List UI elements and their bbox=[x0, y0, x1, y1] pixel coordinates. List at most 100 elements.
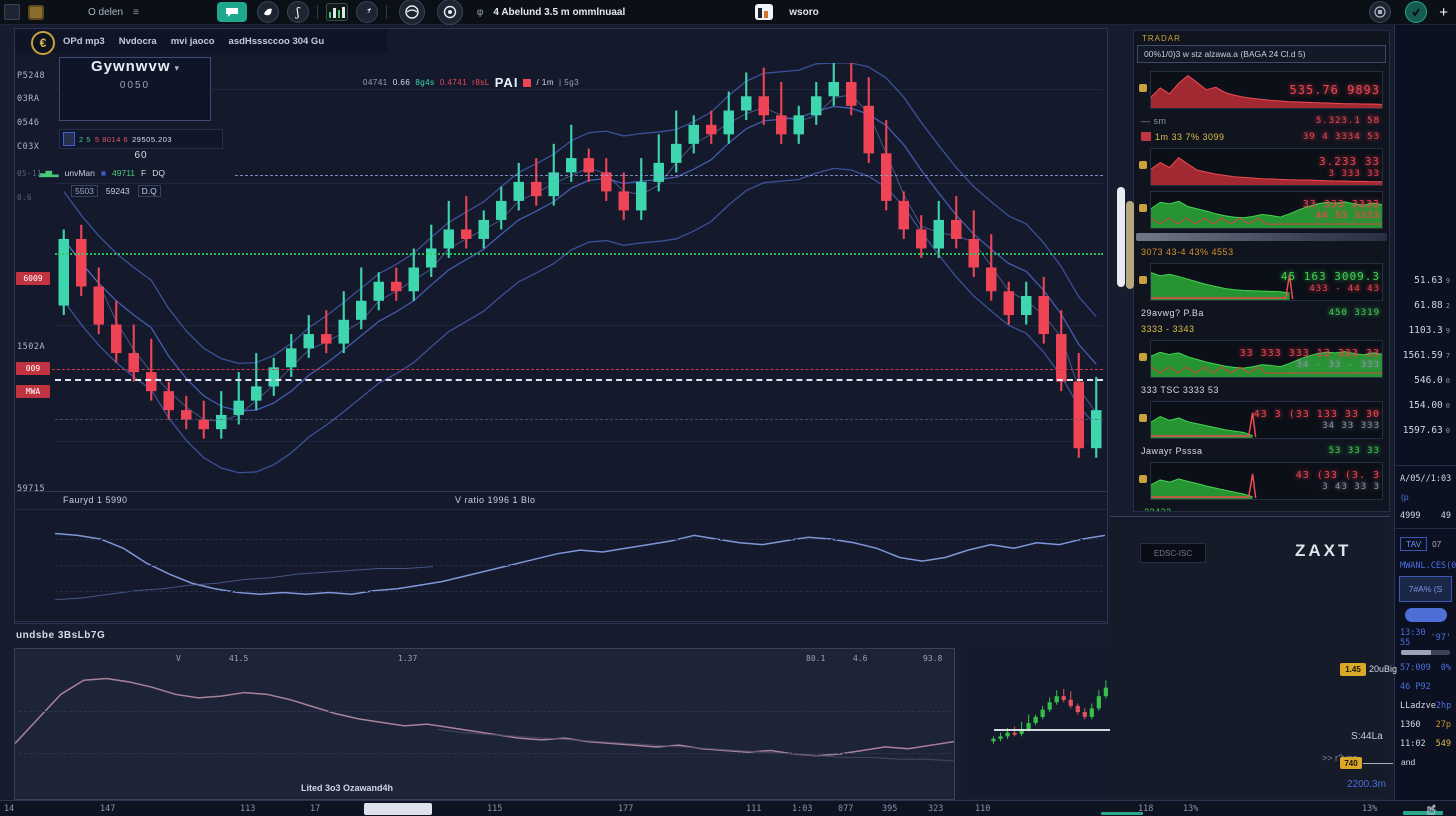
rightcol-boxed[interactable]: TAV07 bbox=[1395, 532, 1456, 556]
mini-chart-icon[interactable] bbox=[326, 3, 348, 21]
price-axis-label: P5248 bbox=[17, 71, 53, 81]
pane-separator bbox=[15, 509, 1107, 510]
suffix: 0 bbox=[1446, 402, 1450, 410]
watchlist-value: 3.233 33 bbox=[1319, 155, 1380, 168]
orderbook-number[interactable]: 51.639 bbox=[1395, 268, 1456, 293]
badge-icon[interactable] bbox=[1405, 1, 1427, 23]
scrollbar-thumb[interactable] bbox=[364, 803, 432, 815]
menu-item-0[interactable]: OPd mp3 bbox=[63, 36, 105, 47]
menu-item-2[interactable]: mvi jaoco bbox=[171, 36, 215, 47]
symbol-name: Gywnwvw bbox=[91, 58, 171, 75]
stats-icon[interactable] bbox=[755, 3, 773, 21]
rightcol-row[interactable]: 499949 bbox=[1395, 506, 1456, 525]
pin-icon[interactable]: φ bbox=[477, 7, 483, 18]
rightcol-row[interactable]: 57:0090% bbox=[1395, 658, 1456, 677]
rightcol-row[interactable]: A/05//1:03 bbox=[1395, 469, 1456, 488]
watchlist-row[interactable]: 45 163 3009.3433 - 44 43 bbox=[1136, 262, 1387, 302]
scrollbar-thumb-white[interactable] bbox=[1117, 187, 1125, 287]
rightcol-text[interactable]: (p bbox=[1395, 488, 1456, 506]
orderbook-number[interactable]: 546.00 bbox=[1395, 368, 1456, 393]
logo-icon[interactable]: € bbox=[31, 31, 55, 55]
globe-icon[interactable] bbox=[399, 0, 425, 25]
bottom-left-chart[interactable]: V41.51.3780.14.693.8 Lited 3o3 Ozawand4h bbox=[14, 648, 955, 800]
rightcol-row[interactable]: 11:02549 bbox=[1395, 734, 1456, 753]
rightcol-row[interactable]: 46 P92 bbox=[1395, 677, 1456, 696]
watchlist-label-row[interactable]: .23423. bbox=[1136, 504, 1387, 512]
arrow-icon[interactable] bbox=[356, 1, 378, 23]
progress-fill bbox=[1401, 650, 1431, 655]
watchlist-label-row[interactable]: 333 TSC 3333 53 bbox=[1136, 382, 1387, 397]
scrollbar-thumb-tan[interactable] bbox=[1126, 201, 1134, 289]
row-icon bbox=[1139, 204, 1147, 212]
watchlist-values: 43 (33 (3. 33 43 33 3 bbox=[1296, 470, 1380, 492]
menu-glyph-icon[interactable]: ≡ bbox=[133, 7, 139, 18]
legend-period: 60 bbox=[59, 150, 223, 161]
orbit-icon[interactable] bbox=[437, 0, 463, 25]
detail-box-label[interactable]: EDSC-ISC bbox=[1140, 543, 1206, 563]
watchlist-label-row[interactable]: 29avwg? P.Ba450 3319 bbox=[1136, 305, 1387, 320]
selected-pill[interactable] bbox=[1405, 608, 1447, 622]
orderbook-number[interactable]: 1103.39 bbox=[1395, 318, 1456, 343]
rightcol-text[interactable]: and bbox=[1395, 753, 1456, 771]
watchlist-row[interactable]: 43 (33 (3. 33 43 33 3 bbox=[1136, 461, 1387, 501]
time-label: 111 bbox=[746, 804, 761, 814]
row-left: 46 P92 bbox=[1400, 682, 1431, 692]
watchlist-label: 1m 33 7% 3099 bbox=[1155, 132, 1225, 142]
time-label: 323 bbox=[928, 804, 943, 814]
watchlist-row[interactable]: 535.76 9893 bbox=[1136, 70, 1387, 110]
profile-icon[interactable] bbox=[1369, 1, 1391, 23]
main-price-chart[interactable] bbox=[55, 63, 1105, 491]
pane-separator[interactable] bbox=[15, 491, 1107, 492]
value: 1561.59 bbox=[1403, 350, 1443, 361]
menu-item-3[interactable]: asdHsssccoo 304 Gu bbox=[229, 36, 325, 47]
row-left: 57:009 bbox=[1400, 663, 1431, 673]
rightcol-highlight[interactable]: 7#A% (S bbox=[1399, 576, 1452, 602]
watchlist-row[interactable]: 43 3 (33 133 33 3034 33 333 bbox=[1136, 400, 1387, 440]
watchlist-label-row[interactable]: 3073 43-4 43% 4553 bbox=[1136, 244, 1387, 259]
watchlist-value: 3 333 33 bbox=[1329, 169, 1380, 179]
suffix: 0 bbox=[1446, 377, 1450, 385]
orderbook-number[interactable]: 61.882 bbox=[1395, 293, 1456, 318]
menu-item-1[interactable]: Nvdocra bbox=[119, 36, 157, 47]
rightcol-row[interactable]: 136027p bbox=[1395, 715, 1456, 734]
watchlist-row[interactable]: 33 333 333 13 333 3334 - 33 - 333 bbox=[1136, 339, 1387, 379]
orderbook-number[interactable]: 154.000 bbox=[1395, 393, 1456, 418]
watchlist-row[interactable]: 3.233 333 333 33 bbox=[1136, 147, 1387, 187]
rightcol-row[interactable]: 13:30 55'97' bbox=[1395, 628, 1456, 647]
rightcol-row[interactable]: LLadzve2hp bbox=[1395, 696, 1456, 715]
row-left: LLadzve bbox=[1400, 701, 1436, 711]
price-tag-1: 1.45 bbox=[1340, 663, 1366, 676]
hand-cursor-icon[interactable] bbox=[1424, 802, 1438, 816]
plus-icon[interactable]: + bbox=[1439, 4, 1448, 21]
watchlist-label-row[interactable]: 1m 33 7% 309939 4 3334 53 bbox=[1136, 129, 1387, 144]
indicator-legend-2: ▃▅▂unvMan■49711FDQ bbox=[39, 167, 165, 178]
ohlc-segment: r8sL bbox=[472, 78, 490, 87]
curve-icon[interactable]: ʃ bbox=[287, 1, 309, 23]
bird-icon[interactable] bbox=[257, 1, 279, 23]
orderbook-number[interactable]: 1561.597 bbox=[1395, 343, 1456, 368]
legend-value: 2 5 bbox=[79, 135, 91, 144]
watchlist-label-row[interactable]: — sm5.323.1 58 bbox=[1136, 113, 1387, 128]
orderbook-number[interactable]: 1597.630 bbox=[1395, 418, 1456, 443]
apps-icon[interactable] bbox=[28, 3, 44, 21]
time-label: 147 bbox=[100, 804, 115, 814]
watchlist-label-row[interactable]: Jawayr Psssa53 33 33 bbox=[1136, 443, 1387, 458]
row-right: 1:03 bbox=[1431, 474, 1451, 484]
indicator-legend-3: 550359243D.Q bbox=[71, 185, 161, 197]
watchlist-label-row[interactable]: 3333 - 3343 bbox=[1136, 321, 1387, 336]
watchlist-value: 34 33 333 bbox=[1322, 421, 1380, 431]
row-right: 49 bbox=[1441, 511, 1451, 521]
watchlist-label: 29avwg? P.Ba bbox=[1141, 308, 1204, 318]
watchlist-label: 3073 43-4 43% 4553 bbox=[1141, 247, 1234, 257]
watchlist-row[interactable]: 33 333 333344 53 3333 bbox=[1136, 190, 1387, 230]
grid-icon[interactable] bbox=[4, 3, 20, 21]
order-book-column: 51.63961.8821103.391561.597546.00154.000… bbox=[1394, 24, 1456, 816]
sub-pane-label-center: V ratio 1996 1 Blo bbox=[455, 495, 536, 505]
watchlist-value: 5.323.1 58 bbox=[1316, 116, 1380, 126]
rightcol-row[interactable]: MWANL.CES(0) bbox=[1395, 556, 1456, 575]
symbol-dropdown[interactable]: Gywnwvw▾ 0050 bbox=[59, 57, 211, 121]
watchlist-info-bar[interactable]: 00%1/0)3 w stz alzawa.a (BAGA 24 Cl.d 5) bbox=[1137, 45, 1386, 63]
tick-label: 80.1 bbox=[806, 654, 825, 663]
legend-item: F bbox=[141, 168, 146, 178]
chat-icon[interactable] bbox=[217, 3, 247, 21]
